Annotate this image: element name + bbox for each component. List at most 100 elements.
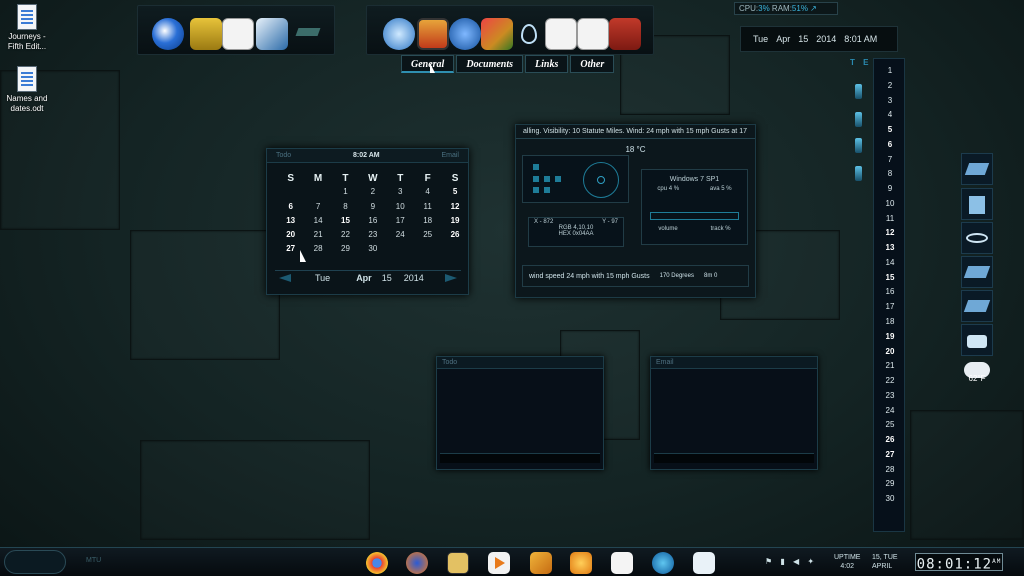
quill-icon[interactable] <box>256 18 288 50</box>
day-number[interactable]: 16 <box>874 285 906 300</box>
day-number[interactable]: 29 <box>874 477 906 492</box>
address-book-icon[interactable] <box>609 18 641 50</box>
calendar-day[interactable]: 28 <box>304 244 331 258</box>
calendar-day[interactable]: 3 <box>387 187 414 201</box>
folder-icon[interactable] <box>961 153 993 185</box>
day-number[interactable]: 17 <box>874 300 906 315</box>
calendar-day[interactable]: 13 <box>277 216 304 230</box>
volume-slider[interactable] <box>650 212 739 220</box>
calendar-day[interactable]: 18 <box>414 216 441 230</box>
calendar-day[interactable]: 21 <box>304 230 331 244</box>
email-input[interactable] <box>654 453 814 463</box>
day-number[interactable]: 15 <box>874 271 906 286</box>
calendar-day[interactable]: 10 <box>387 202 414 216</box>
day-number[interactable]: 23 <box>874 389 906 404</box>
day-number[interactable]: 28 <box>874 463 906 478</box>
cursor-icon[interactable] <box>449 18 481 50</box>
calendar-icon[interactable] <box>545 18 577 50</box>
day-number[interactable]: 6 <box>874 138 906 153</box>
dial-icon[interactable] <box>583 162 619 198</box>
day-number[interactable]: 13 <box>874 241 906 256</box>
chrome-icon[interactable] <box>366 552 388 574</box>
calendar-day[interactable]: 17 <box>387 216 414 230</box>
day-number[interactable]: 24 <box>874 404 906 419</box>
graduation-cap-icon[interactable] <box>292 18 324 50</box>
document-icon[interactable] <box>961 188 993 220</box>
day-number[interactable]: 12 <box>874 226 906 241</box>
day-number[interactable]: 10 <box>874 197 906 212</box>
day-number[interactable]: 1 <box>874 64 906 79</box>
day-number[interactable]: 27 <box>874 448 906 463</box>
paint-tools-icon[interactable] <box>190 18 222 50</box>
eye-icon[interactable] <box>961 222 993 254</box>
calendar-day[interactable]: 12 <box>441 202 468 216</box>
calendar-day[interactable]: 20 <box>277 230 304 244</box>
calendar-day[interactable]: 26 <box>441 230 468 244</box>
calendar-day[interactable]: 15 <box>332 216 359 230</box>
tab-other[interactable]: Other <box>570 55 615 73</box>
day-number[interactable]: 3 <box>874 94 906 109</box>
calendar-day[interactable]: 9 <box>359 202 386 216</box>
dpad[interactable] <box>533 164 563 196</box>
tray-icons[interactable]: ⚑ ▮ ◀ ✦ <box>765 557 817 566</box>
calendar-day[interactable]: 7 <box>304 202 331 216</box>
day-number[interactable]: 11 <box>874 212 906 227</box>
spreadsheet-icon[interactable] <box>611 552 633 574</box>
calendar-day[interactable]: 19 <box>441 216 468 230</box>
sticky-notes-icon[interactable] <box>530 552 552 574</box>
desktop-icon-names-and-dates[interactable]: Names and dates.odt <box>2 66 52 114</box>
expand-icon[interactable]: ↗ <box>810 4 817 13</box>
calendar-day[interactable]: 2 <box>359 187 386 201</box>
tools-kit-icon[interactable] <box>481 18 513 50</box>
calendar-day[interactable]: 8 <box>332 202 359 216</box>
day-number[interactable]: 25 <box>874 418 906 433</box>
day-number[interactable]: 4 <box>874 108 906 123</box>
tab-documents[interactable]: Documents <box>456 55 524 73</box>
calendar-icon[interactable] <box>222 18 254 50</box>
media-player-icon[interactable] <box>488 552 510 574</box>
calendar-day[interactable]: 6 <box>277 202 304 216</box>
next-month-arrow[interactable] <box>445 273 457 282</box>
day-number[interactable]: 19 <box>874 330 906 345</box>
firefox-icon[interactable] <box>406 552 428 574</box>
calendar-day[interactable]: 24 <box>387 230 414 244</box>
day-number[interactable]: 14 <box>874 256 906 271</box>
tools-icon[interactable] <box>383 18 415 50</box>
email-link[interactable]: Email <box>441 149 459 162</box>
desktop-icon-journeys[interactable]: Journeys - Fifth Edit... <box>2 4 52 52</box>
weather-tile[interactable]: 62°F <box>961 358 993 390</box>
camera-icon[interactable] <box>961 324 993 356</box>
day-number[interactable]: 5 <box>874 123 906 138</box>
digital-clock[interactable]: 08:01:12AM <box>915 553 1003 573</box>
calendar-day[interactable]: 30 <box>359 244 386 258</box>
calendar-day[interactable]: 4 <box>414 187 441 201</box>
explorer-icon[interactable] <box>447 552 469 574</box>
ccleaner-icon[interactable] <box>652 552 674 574</box>
day-number[interactable]: 21 <box>874 359 906 374</box>
tab-links[interactable]: Links <box>525 55 569 73</box>
calendar-day[interactable]: 5 <box>441 187 468 201</box>
calendar-day[interactable]: 25 <box>414 230 441 244</box>
calendar-day[interactable]: 14 <box>304 216 331 230</box>
tab-general[interactable]: General <box>401 55 455 73</box>
day-number[interactable]: 9 <box>874 182 906 197</box>
equalizer-icon[interactable] <box>417 18 449 50</box>
layers-icon[interactable] <box>961 290 993 322</box>
day-number[interactable]: 2 <box>874 79 906 94</box>
day-number[interactable]: 22 <box>874 374 906 389</box>
calendar-day[interactable]: 1 <box>332 187 359 201</box>
water-drop-icon[interactable] <box>513 18 545 50</box>
google-earth-icon[interactable] <box>152 18 184 50</box>
calendar-day[interactable]: 23 <box>359 230 386 244</box>
stack-icon[interactable] <box>961 256 993 288</box>
calendar-day[interactable]: 16 <box>359 216 386 230</box>
calendar-day[interactable]: 29 <box>332 244 359 258</box>
day-number[interactable]: 7 <box>874 153 906 168</box>
quill-icon[interactable] <box>693 552 715 574</box>
day-number[interactable]: 26 <box>874 433 906 448</box>
day-number[interactable]: 18 <box>874 315 906 330</box>
calendar-alt-icon[interactable] <box>577 18 609 50</box>
start-button[interactable] <box>4 550 66 574</box>
flower-icon[interactable] <box>570 552 592 574</box>
prev-month-arrow[interactable] <box>279 273 291 282</box>
